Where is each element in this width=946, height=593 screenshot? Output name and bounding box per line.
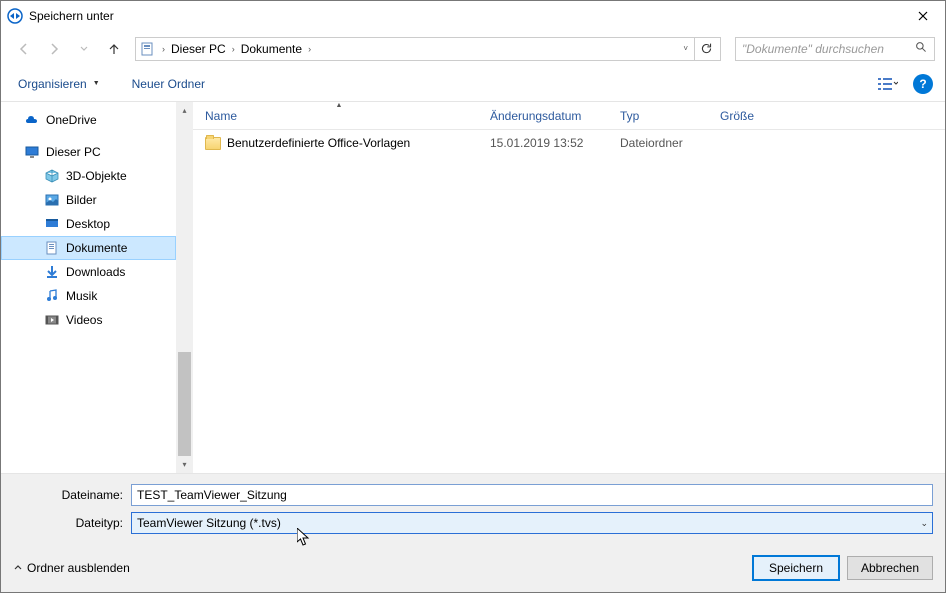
sidebar-item-label: OneDrive (46, 113, 97, 127)
sidebar-item-videos[interactable]: Videos (1, 308, 176, 332)
help-button[interactable]: ? (913, 74, 933, 94)
refresh-icon (700, 42, 713, 55)
cancel-button[interactable]: Abbrechen (847, 556, 933, 580)
file-type: Dateiordner (612, 136, 712, 150)
sidebar-item-3d[interactable]: 3D-Objekte (1, 164, 176, 188)
scroll-down-icon: ▾ (176, 456, 193, 473)
sidebar-item-music[interactable]: Musik (1, 284, 176, 308)
folder-icon (205, 137, 221, 150)
chevron-down-icon: ⌄ (920, 518, 928, 529)
chevron-right-icon: › (158, 44, 169, 54)
breadcrumb-current[interactable]: Dokumente (239, 38, 304, 60)
search-placeholder: "Dokumente" durchsuchen (742, 42, 884, 56)
chevron-right-icon: › (228, 44, 239, 54)
organize-label: Organisieren (18, 77, 87, 91)
column-headers: ▲ Name Änderungsdatum Typ Größe (193, 102, 945, 130)
filetype-select[interactable]: TeamViewer Sitzung (*.tvs) ⌄ (131, 512, 933, 534)
scroll-up-icon: ▴ (176, 102, 193, 119)
new-folder-label: Neuer Ordner (132, 77, 205, 91)
search-icon (915, 41, 928, 57)
forward-button[interactable] (41, 36, 67, 62)
new-folder-button[interactable]: Neuer Ordner (127, 69, 210, 99)
arrow-left-icon (16, 41, 32, 57)
arrow-up-icon (106, 41, 122, 57)
hide-folders-label: Ordner ausblenden (27, 561, 130, 575)
document-icon (44, 240, 60, 256)
video-icon (44, 312, 60, 328)
titlebar: Speichern unter (1, 1, 945, 31)
sidebar-item-desktop[interactable]: Desktop (1, 212, 176, 236)
sidebar-item-label: 3D-Objekte (66, 169, 127, 183)
filename-label: Dateiname: (13, 488, 123, 502)
arrow-right-icon (46, 41, 62, 57)
body: OneDrive Dieser PC 3D-Objekte Bilder Des… (1, 102, 945, 473)
breadcrumb-root[interactable]: Dieser PC (169, 38, 228, 60)
header-size[interactable]: Größe (712, 102, 792, 129)
sidebar-scrollbar[interactable]: ▴ ▾ (176, 102, 193, 473)
file-modified: 15.01.2019 13:52 (482, 136, 612, 150)
sidebar: OneDrive Dieser PC 3D-Objekte Bilder Des… (1, 102, 176, 473)
close-button[interactable] (900, 1, 945, 31)
save-as-dialog: Speichern unter › Dieser PC › Dokumente … (0, 0, 946, 593)
sidebar-item-documents[interactable]: Dokumente (1, 236, 176, 260)
sidebar-item-label: Dieser PC (46, 145, 101, 159)
sidebar-item-label: Downloads (66, 265, 125, 279)
app-icon (7, 8, 23, 24)
dialog-title: Speichern unter (29, 9, 114, 23)
music-icon (44, 288, 60, 304)
address-dropdown[interactable]: ˅ (677, 44, 694, 53)
sidebar-item-label: Dokumente (66, 241, 127, 255)
up-button[interactable] (101, 36, 127, 62)
chevron-down-icon (80, 45, 88, 53)
nav-row: › Dieser PC › Dokumente › ˅ "Dokumente" … (1, 31, 945, 66)
view-button[interactable] (871, 72, 905, 96)
cloud-icon (24, 112, 40, 128)
header-name[interactable]: ▲ Name (197, 102, 482, 129)
hide-folders-button[interactable]: Ordner ausblenden (13, 561, 130, 575)
refresh-button[interactable] (694, 38, 718, 60)
address-bar[interactable]: › Dieser PC › Dokumente › ˅ (135, 37, 721, 61)
toolbar: Organisieren ▼ Neuer Ordner ? (1, 66, 945, 102)
sidebar-item-label: Musik (66, 289, 97, 303)
list-item[interactable]: Benutzerdefinierte Office-Vorlagen 15.01… (193, 130, 945, 156)
desktop-icon (44, 216, 60, 232)
back-button[interactable] (11, 36, 37, 62)
close-icon (918, 11, 928, 21)
header-modified[interactable]: Änderungsdatum (482, 102, 612, 129)
sort-asc-icon: ▲ (336, 102, 343, 109)
search-input[interactable]: "Dokumente" durchsuchen (735, 37, 935, 61)
sidebar-item-label: Desktop (66, 217, 110, 231)
scrollbar-thumb[interactable] (178, 352, 191, 462)
organize-button[interactable]: Organisieren ▼ (13, 69, 105, 99)
cube-icon (44, 168, 60, 184)
chevron-down-icon: ▼ (93, 80, 100, 87)
location-icon (140, 41, 156, 57)
header-type[interactable]: Typ (612, 102, 712, 129)
file-name: Benutzerdefinierte Office-Vorlagen (227, 136, 410, 150)
sidebar-item-onedrive[interactable]: OneDrive (1, 108, 176, 132)
images-icon (44, 192, 60, 208)
monitor-icon (24, 144, 40, 160)
sidebar-item-pictures[interactable]: Bilder (1, 188, 176, 212)
filetype-value: TeamViewer Sitzung (*.tvs) (137, 516, 281, 530)
file-list: ▲ Name Änderungsdatum Typ Größe Benutzer… (193, 102, 945, 473)
help-icon: ? (919, 77, 926, 91)
chevron-up-icon (13, 561, 23, 575)
recent-dropdown[interactable] (71, 36, 97, 62)
view-icon (878, 77, 898, 91)
filename-input[interactable] (131, 484, 933, 506)
save-button[interactable]: Speichern (753, 556, 839, 580)
filetype-label: Dateityp: (13, 516, 123, 530)
sidebar-item-label: Videos (66, 313, 102, 327)
bottom-panel: Dateiname: Dateityp: TeamViewer Sitzung … (1, 473, 945, 592)
sidebar-item-label: Bilder (66, 193, 97, 207)
chevron-right-icon: › (304, 44, 315, 54)
sidebar-item-pc[interactable]: Dieser PC (1, 140, 176, 164)
download-icon (44, 264, 60, 280)
sidebar-item-downloads[interactable]: Downloads (1, 260, 176, 284)
